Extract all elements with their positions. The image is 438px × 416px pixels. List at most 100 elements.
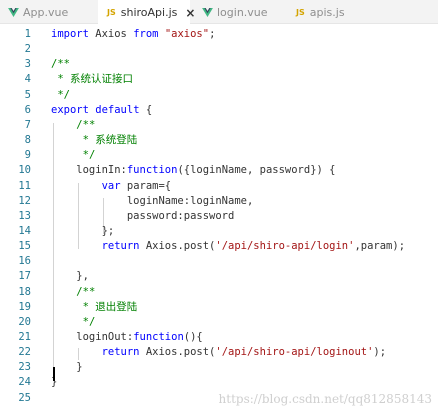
line-number: 23 xyxy=(18,361,31,374)
line-number: 7 xyxy=(24,118,31,131)
code-token: Axios.post( xyxy=(139,240,216,253)
code-line: 22 return Axios.post('/api/shiro-api/log… xyxy=(0,345,438,360)
code-line: 6 export default { xyxy=(0,103,438,118)
code-text: import Axios from "axios"; xyxy=(51,27,215,42)
code-token: export xyxy=(51,103,89,116)
code-token: from xyxy=(133,28,159,40)
line-number: 1 xyxy=(24,28,31,40)
code-token: return xyxy=(101,240,140,253)
code-line: 19 * 退出登陆 xyxy=(0,300,438,315)
code-token: Axios xyxy=(88,28,134,40)
line-number: 9 xyxy=(24,149,31,162)
code-text: */ xyxy=(51,315,96,330)
code-token: param={ xyxy=(120,179,172,192)
js-file-icon: JS xyxy=(296,7,305,17)
code-line: 20 */ xyxy=(0,315,438,330)
code-editor[interactable]: 1 import Axios from "axios"; 2 3/** 4 * 系统认证… xyxy=(0,25,438,416)
code-token: loginName:loginName, xyxy=(51,194,254,207)
line-number: 2 xyxy=(24,43,31,56)
line-number: 3 xyxy=(24,58,31,71)
line-number: 20 xyxy=(18,315,31,328)
code-text: return Axios.post('/api/shiro-api/login'… xyxy=(51,239,405,254)
code-token: default xyxy=(95,103,140,116)
line-number: 25 xyxy=(18,391,31,404)
code-token: function xyxy=(133,331,184,343)
code-token: ,param); xyxy=(354,240,406,253)
code-token: '/api/shiro-api/loginout' xyxy=(215,346,374,359)
code-token: ; xyxy=(209,28,216,40)
code-line: 1 import Axios from "axios"; xyxy=(0,27,438,42)
close-icon[interactable]: × xyxy=(185,6,195,20)
code-text: * 系统登陆 xyxy=(51,133,138,148)
code-token: }, xyxy=(51,270,89,283)
code-text: /** xyxy=(51,285,95,300)
line-number: 13 xyxy=(18,209,31,222)
code-token: ); xyxy=(373,346,387,359)
code-text: }; xyxy=(51,224,115,239)
code-text: loginIn:function({loginName, password}) … xyxy=(51,163,335,178)
watermark: https://blog.csdn.net/qq812858143 xyxy=(218,392,432,406)
code-line: 9 */ xyxy=(0,148,438,163)
code-text: * 系统认证接口 xyxy=(51,72,133,87)
code-line: 23 } xyxy=(0,360,438,375)
code-token: } xyxy=(51,361,83,374)
tab-label: App.vue xyxy=(23,5,69,19)
code-text: export default { xyxy=(51,103,152,118)
code-token: password:password xyxy=(51,209,235,222)
code-token: var xyxy=(101,179,121,192)
line-number: 15 xyxy=(18,240,31,253)
code-token: * 退出登陆 xyxy=(76,300,138,313)
code-line: 12 loginName:loginName, xyxy=(0,194,438,209)
code-text: /** xyxy=(51,57,70,72)
code-line: 13 password:password xyxy=(0,209,438,224)
tab-app-vue[interactable]: App.vue xyxy=(8,0,98,24)
code-token: Axios.post( xyxy=(139,346,216,359)
code-line: 5 */ xyxy=(0,88,438,103)
code-token: "axios" xyxy=(164,28,210,40)
line-number: 5 xyxy=(24,88,31,101)
code-line: 18 /** xyxy=(0,285,438,300)
code-token: */ xyxy=(51,88,70,101)
code-text: loginOut:function(){ xyxy=(51,330,202,345)
code-token: /** xyxy=(51,58,70,71)
code-token: loginIn: xyxy=(51,164,127,177)
code-line: 16 xyxy=(0,254,438,269)
code-line: 8 * 系统登陆 xyxy=(0,133,438,148)
code-text: password:password xyxy=(51,209,234,224)
line-number: 11 xyxy=(18,179,31,192)
code-line: 10 loginIn:function({loginName, password… xyxy=(0,163,438,178)
line-number: 12 xyxy=(18,194,31,207)
line-number: 18 xyxy=(18,285,31,298)
line-number: 4 xyxy=(24,73,31,86)
code-line: 21 loginOut:function(){ xyxy=(0,330,438,345)
line-number: 24 xyxy=(18,376,31,389)
tab-shiroapi-js[interactable]: JS shiroApi.js × xyxy=(98,0,195,25)
vue-file-icon xyxy=(8,7,19,17)
code-text: }, xyxy=(51,269,89,284)
code-token: * 系统登陆 xyxy=(76,134,138,147)
code-line: 3 /** xyxy=(0,57,438,72)
code-text: } xyxy=(51,360,83,375)
tab-label: apis.js xyxy=(309,5,345,19)
tab-label: shiroApi.js xyxy=(120,6,178,19)
tab-login-vue[interactable]: login.vue xyxy=(202,0,292,24)
code-token: */ xyxy=(76,315,96,328)
line-number: 22 xyxy=(18,346,31,359)
code-line: 14 }; xyxy=(0,224,438,239)
code-token: */ xyxy=(76,149,96,162)
code-line: 4 * 系统认证接口 xyxy=(0,72,438,87)
code-line: 24} xyxy=(0,375,438,390)
code-token: import xyxy=(51,28,89,40)
tab-apis-js[interactable]: JS apis.js xyxy=(296,0,386,24)
code-line: 15 return Axios.post('/api/shiro-api/log… xyxy=(0,239,438,254)
code-text: /** xyxy=(51,118,95,133)
code-text: loginName:loginName, xyxy=(51,194,253,209)
code-token: * 系统认证接口 xyxy=(51,73,133,86)
code-line: 17 }, xyxy=(0,269,438,284)
code-text: */ xyxy=(51,88,70,103)
